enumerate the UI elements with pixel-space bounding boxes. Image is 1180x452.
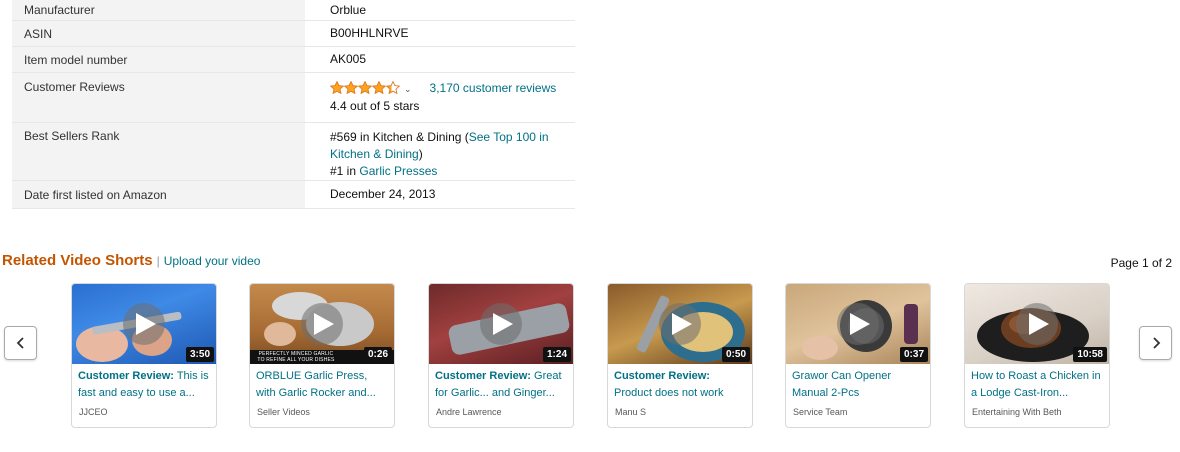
video-title-text: ORBLUE Garlic Press, with Garlic Rocker … (256, 370, 376, 399)
star-icon (358, 81, 372, 94)
detail-label: Manufacturer (12, 0, 305, 21)
video-thumbnail[interactable]: 0:50 (608, 284, 752, 364)
video-author: Entertaining With Beth (972, 407, 1062, 417)
detail-label: Customer Reviews (12, 72, 305, 123)
garlic-presses-link[interactable]: Garlic Presses (359, 164, 437, 178)
video-card[interactable]: 10:58 How to Roast a Chicken in a Lodge … (964, 283, 1110, 428)
video-card[interactable]: 3:50 Customer Review: This is fast and e… (71, 283, 217, 428)
play-icon[interactable] (837, 303, 879, 345)
video-title[interactable]: How to Roast a Chicken in a Lodge Cast-I… (965, 364, 1109, 402)
detail-value: December 24, 2013 (305, 180, 575, 209)
video-title[interactable]: ORBLUE Garlic Press, with Garlic Rocker … (250, 364, 394, 402)
video-title-text: Product does not work (614, 387, 724, 399)
page-indicator: Page 1 of 2 (1110, 256, 1172, 270)
chevron-down-icon[interactable]: ⌄ (404, 84, 412, 94)
detail-value: #569 in Kitchen & Dining (See Top 100 in… (305, 122, 575, 181)
play-icon[interactable] (301, 303, 343, 345)
video-title-prefix: Customer Review: (435, 370, 531, 382)
rank-text: #1 in (330, 164, 360, 178)
detail-value: AK005 (305, 46, 575, 73)
rank-text: ) (418, 147, 423, 161)
video-duration: 10:58 (1073, 347, 1107, 362)
star-icon (386, 81, 400, 94)
video-duration: 0:37 (899, 347, 928, 362)
detail-value: B00HHLNRVE (305, 20, 575, 47)
related-videos-title: Related Video Shorts (2, 252, 153, 269)
video-title-text: How to Roast a Chicken in a Lodge Cast-I… (971, 370, 1101, 399)
play-icon[interactable] (659, 303, 701, 345)
video-duration: 1:24 (542, 347, 571, 362)
star-rating[interactable] (330, 81, 400, 94)
chevron-right-icon (1152, 337, 1160, 349)
customer-reviews-link[interactable]: 3,170 customer reviews (430, 81, 557, 95)
detail-row-bestsellers: Best Sellers Rank #569 in Kitchen & Dini… (12, 122, 575, 181)
detail-row-asin: ASIN B00HHLNRVE (12, 20, 575, 47)
video-card[interactable]: PERFECTLY MINCED GARLIC TO REFINE ALL YO… (249, 283, 395, 428)
detail-label: Best Sellers Rank (12, 122, 305, 181)
play-icon[interactable] (123, 303, 165, 345)
play-icon[interactable] (480, 303, 522, 345)
video-title[interactable]: Grawor Can Opener Manual 2-Pcs (786, 364, 930, 402)
video-caption: PERFECTLY MINCED GARLIC TO REFINE ALL YO… (257, 351, 335, 363)
video-duration: 0:50 (721, 347, 750, 362)
video-title-prefix: Customer Review: (614, 370, 710, 382)
detail-label: ASIN (12, 20, 305, 47)
video-title-text: Grawor Can Opener Manual 2-Pcs (792, 370, 892, 399)
detail-row-date: Date first listed on Amazon December 24,… (12, 180, 575, 209)
rank-text: #569 in Kitchen & Dining ( (330, 130, 469, 144)
detail-row-model: Item model number AK005 (12, 46, 575, 73)
detail-row-manufacturer: Manufacturer Orblue (12, 0, 575, 21)
video-thumbnail[interactable]: PERFECTLY MINCED GARLIC TO REFINE ALL YO… (250, 284, 394, 364)
detail-value: Orblue (305, 0, 575, 21)
detail-label: Date first listed on Amazon (12, 180, 305, 209)
video-author: Manu S (615, 407, 647, 417)
video-title[interactable]: Customer Review: Great for Garlic... and… (429, 364, 573, 402)
video-author: Andre Lawrence (436, 407, 502, 417)
video-duration: 0:26 (363, 347, 392, 362)
detail-value: ⌄ 3,170 customer reviews 4.4 out of 5 sta… (305, 72, 575, 123)
video-author: Service Team (793, 407, 848, 417)
video-thumbnail[interactable]: 10:58 (965, 284, 1109, 364)
star-icon (344, 81, 358, 94)
video-title-prefix: Customer Review: (78, 370, 174, 382)
star-icon (372, 81, 386, 94)
related-videos-header: Related Video Shorts | Upload your video (2, 252, 260, 269)
chevron-left-icon (16, 337, 24, 349)
carousel-prev-button[interactable] (4, 326, 37, 360)
video-duration: 3:50 (185, 347, 214, 362)
detail-label: Item model number (12, 46, 305, 73)
video-card[interactable]: 0:37 Grawor Can Opener Manual 2-Pcs Serv… (785, 283, 931, 428)
product-details-table: Manufacturer Orblue ASIN B00HHLNRVE Item… (12, 0, 575, 209)
video-title[interactable]: Customer Review: Product does not work (608, 364, 752, 402)
video-card[interactable]: 1:24 Customer Review: Great for Garlic..… (428, 283, 574, 428)
video-author: JJCEO (79, 407, 108, 417)
separator: | (156, 254, 160, 268)
video-card[interactable]: 0:50 Customer Review: Product does not w… (607, 283, 753, 428)
upload-video-link[interactable]: Upload your video (164, 254, 261, 268)
carousel-next-button[interactable] (1139, 326, 1172, 360)
star-icon (330, 81, 344, 94)
video-author: Seller Videos (257, 407, 310, 417)
detail-row-reviews: Customer Reviews ⌄ 3,170 customer reviews… (12, 72, 575, 123)
play-icon[interactable] (1016, 303, 1058, 345)
video-thumbnail[interactable]: 0:37 (786, 284, 930, 364)
rating-text: 4.4 out of 5 stars (330, 99, 420, 113)
video-title[interactable]: Customer Review: This is fast and easy t… (72, 364, 216, 402)
video-thumbnail[interactable]: 1:24 (429, 284, 573, 364)
video-thumbnail[interactable]: 3:50 (72, 284, 216, 364)
